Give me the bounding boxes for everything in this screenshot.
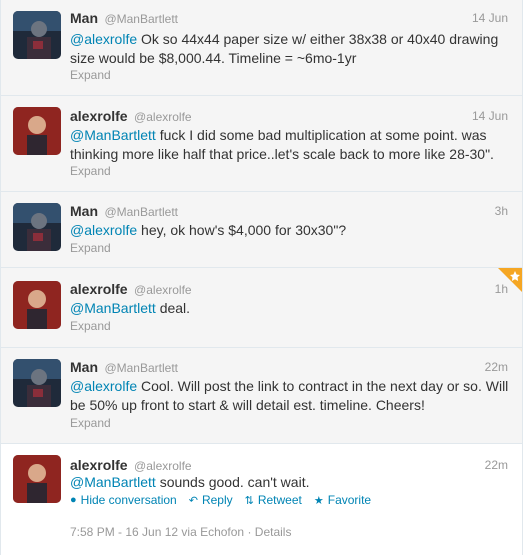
tweet-item[interactable]: alexrolfe @alexrolfe 14 Jun @ManBartlett… — [1, 96, 522, 192]
star-icon: ★ — [313, 494, 324, 507]
tweet-screenname[interactable]: @ManBartlett — [104, 205, 178, 219]
tweet-time[interactable]: 1h — [495, 282, 508, 296]
tweet-text: @alexrolfe Cool. Will post the link to c… — [70, 377, 510, 415]
reply-label: Reply — [201, 493, 233, 507]
tweet-text: @ManBartlett fuck I did some bad multipl… — [70, 126, 510, 164]
tweet-mention-link[interactable]: @ManBartlett — [70, 127, 156, 143]
expand-link[interactable]: Expand — [70, 164, 111, 178]
details-link[interactable]: Details — [255, 525, 292, 539]
tweet-fullname[interactable]: Man — [70, 10, 98, 26]
tweet-time[interactable]: 14 Jun — [472, 11, 508, 25]
tweet-fullname[interactable]: Man — [70, 203, 98, 219]
tweet-body: deal. — [155, 300, 191, 316]
tweet-item[interactable]: Man @ManBartlett 14 Jun @alexrolfe Ok so… — [1, 0, 522, 96]
tweet-item[interactable]: Man @ManBartlett 3h @alexrolfe hey, ok h… — [1, 192, 522, 268]
reply-arrow-icon: ↶ — [188, 494, 198, 507]
tweet-time[interactable]: 14 Jun — [472, 109, 508, 123]
meta-separator: · — [247, 525, 255, 539]
tweet-time[interactable]: 22m — [485, 458, 508, 472]
tweet-screenname[interactable]: @alexrolfe — [134, 110, 192, 124]
retweet-icon: ⇅ — [244, 494, 254, 507]
tweet-screenname[interactable]: @ManBartlett — [104, 361, 178, 375]
tweet-fullname[interactable]: alexrolfe — [70, 281, 128, 297]
tweet-text: @alexrolfe Ok so 44x44 paper size w/ eit… — [70, 30, 510, 68]
speech-bubble-icon: ● — [70, 494, 77, 506]
avatar-alexrolfe[interactable] — [13, 455, 61, 503]
tweet-body: hey, ok how's $4,000 for 30x30"? — [137, 222, 347, 238]
tweet-item[interactable]: Man @ManBartlett 22m @alexrolfe Cool. Wi… — [1, 348, 522, 444]
avatar-manbartlett[interactable] — [13, 359, 61, 407]
tweet-screenname[interactable]: @ManBartlett — [104, 12, 178, 26]
conversation-timeline: Man @ManBartlett 14 Jun @alexrolfe Ok so… — [0, 0, 523, 555]
expand-link[interactable]: Expand — [70, 68, 111, 82]
hide-conversation-button[interactable]: ● Hide conversation — [70, 493, 177, 507]
tweet-fullname[interactable]: alexrolfe — [70, 457, 128, 473]
tweet-screenname[interactable]: @alexrolfe — [134, 283, 192, 297]
favorite-button[interactable]: ★ Favorite — [314, 493, 371, 507]
tweet-item[interactable]: alexrolfe @alexrolfe 1h @ManBartlett dea… — [1, 268, 522, 348]
avatar-alexrolfe[interactable] — [13, 281, 61, 329]
tweet-meta: 7:58 PM - 16 Jun 12 via Echofon · Detail… — [70, 525, 291, 539]
tweet-text: @ManBartlett sounds good. can't wait. — [70, 473, 510, 492]
tweet-time[interactable]: 3h — [495, 204, 508, 218]
expand-link[interactable]: Expand — [70, 319, 111, 333]
reply-button[interactable]: ↶ Reply — [189, 493, 233, 507]
tweet-timestamp[interactable]: 7:58 PM - 16 Jun 12 via Echofon — [70, 525, 244, 539]
avatar-manbartlett[interactable] — [13, 203, 61, 251]
tweet-actions: ● Hide conversation ↶ Reply ⇅ Retweet ★ Favo… — [70, 493, 383, 507]
retweet-button[interactable]: ⇅ Retweet — [245, 493, 302, 507]
tweet-mention-link[interactable]: @alexrolfe — [70, 378, 137, 394]
expand-link[interactable]: Expand — [70, 416, 111, 430]
tweet-mention-link[interactable]: @ManBartlett — [70, 474, 156, 490]
retweet-label: Retweet — [257, 493, 302, 507]
expand-link[interactable]: Expand — [70, 241, 111, 255]
tweet-body: sounds good. can't wait. — [155, 474, 310, 490]
tweet-text: @alexrolfe hey, ok how's $4,000 for 30x3… — [70, 221, 510, 240]
hide-conversation-label: Hide conversation — [80, 493, 177, 507]
tweet-item-open[interactable]: alexrolfe @alexrolfe 22m @ManBartlett so… — [1, 444, 522, 555]
tweet-fullname[interactable]: Man — [70, 359, 98, 375]
tweet-mention-link[interactable]: @alexrolfe — [70, 31, 137, 47]
favorite-label: Favorite — [327, 493, 372, 507]
avatar-alexrolfe[interactable] — [13, 107, 61, 155]
tweet-text: @ManBartlett deal. — [70, 299, 510, 318]
avatar-manbartlett[interactable] — [13, 11, 61, 59]
tweet-mention-link[interactable]: @ManBartlett — [70, 300, 156, 316]
tweet-screenname[interactable]: @alexrolfe — [134, 459, 192, 473]
tweet-mention-link[interactable]: @alexrolfe — [70, 222, 137, 238]
tweet-time[interactable]: 22m — [485, 360, 508, 374]
tweet-fullname[interactable]: alexrolfe — [70, 108, 128, 124]
